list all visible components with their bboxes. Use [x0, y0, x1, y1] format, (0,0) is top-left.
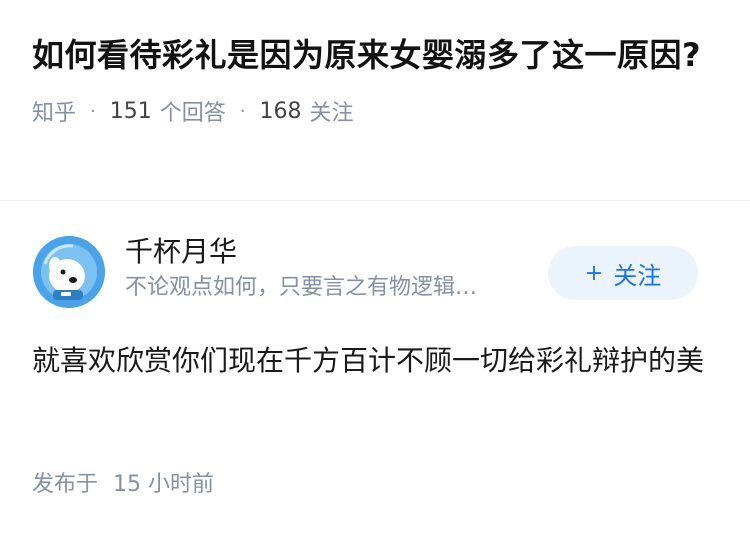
- answer-card: 千杯月华 不论观点如何，只要言之有物逻辑… + 关注 就喜欢欣赏你们现在千方百计…: [0, 230, 750, 497]
- author-name[interactable]: 千杯月华: [125, 234, 545, 270]
- avatar[interactable]: [33, 236, 105, 308]
- zhihu-answer-page: 如何看待彩礼是因为原来女婴溺多了这一原因? 知乎 · 151 个回答 · 168…: [0, 0, 750, 538]
- published-time: 15 小时前: [113, 472, 215, 497]
- answer-publish-info: 发布于 15 小时前: [32, 466, 214, 498]
- dog-astronaut-avatar-icon: [33, 236, 105, 308]
- follower-count: 168: [259, 98, 302, 124]
- source-label[interactable]: 知乎: [32, 95, 76, 127]
- meta-separator: ·: [239, 100, 246, 122]
- question-header: 如何看待彩礼是因为原来女婴溺多了这一原因? 知乎 · 151 个回答 · 168…: [0, 0, 750, 126]
- author-info: 千杯月华 不论观点如何，只要言之有物逻辑…: [125, 234, 545, 304]
- meta-separator: ·: [90, 100, 96, 122]
- question-title[interactable]: 如何看待彩礼是因为原来女婴溺多了这一原因?: [32, 30, 720, 80]
- section-divider: [0, 200, 750, 201]
- published-prefix: 发布于: [32, 472, 99, 497]
- follower-count-label: 关注: [309, 101, 354, 126]
- plus-icon: +: [584, 260, 604, 286]
- follow-button[interactable]: + 关注: [548, 246, 698, 300]
- follow-button-label: 关注: [613, 261, 662, 290]
- author-row: 千杯月华 不论观点如何，只要言之有物逻辑… + 关注: [0, 230, 750, 310]
- answer-content[interactable]: 就喜欢欣赏你们现在千方百计不顾一切给彩礼辩护的美: [32, 338, 710, 384]
- author-bio: 不论观点如何，只要言之有物逻辑…: [125, 275, 478, 300]
- answer-count: 151: [109, 98, 152, 124]
- answer-count-label: 个回答: [159, 101, 226, 126]
- question-meta: 知乎 · 151 个回答 · 168 关注: [32, 95, 720, 127]
